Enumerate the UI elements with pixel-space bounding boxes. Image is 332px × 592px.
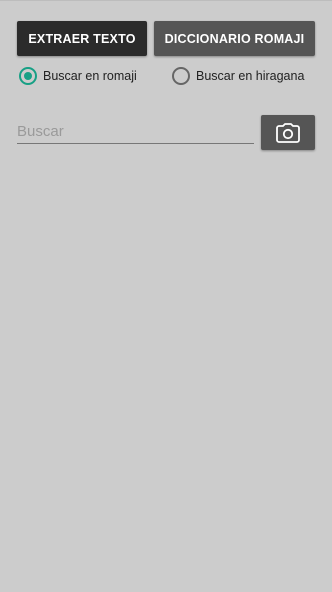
camera-button[interactable] xyxy=(261,115,315,150)
radio-label-romaji: Buscar en romaji xyxy=(43,69,137,83)
radio-label-hiragana: Buscar en hiragana xyxy=(196,69,305,83)
search-input[interactable] xyxy=(17,118,254,142)
camera-icon xyxy=(276,122,300,143)
radio-unselected-icon[interactable] xyxy=(172,67,190,85)
radio-search-hiragana[interactable]: Buscar en hiragana xyxy=(172,66,304,86)
app-screen: EXTRAER TEXTO DICCIONARIO ROMAJI Buscar … xyxy=(0,0,332,592)
extract-text-button[interactable]: EXTRAER TEXTO xyxy=(17,21,147,56)
status-divider xyxy=(0,0,332,1)
romaji-dictionary-button[interactable]: DICCIONARIO ROMAJI xyxy=(154,21,315,56)
radio-selected-icon[interactable] xyxy=(19,67,37,85)
search-field xyxy=(17,118,254,144)
radio-search-romaji[interactable]: Buscar en romaji xyxy=(19,66,137,86)
